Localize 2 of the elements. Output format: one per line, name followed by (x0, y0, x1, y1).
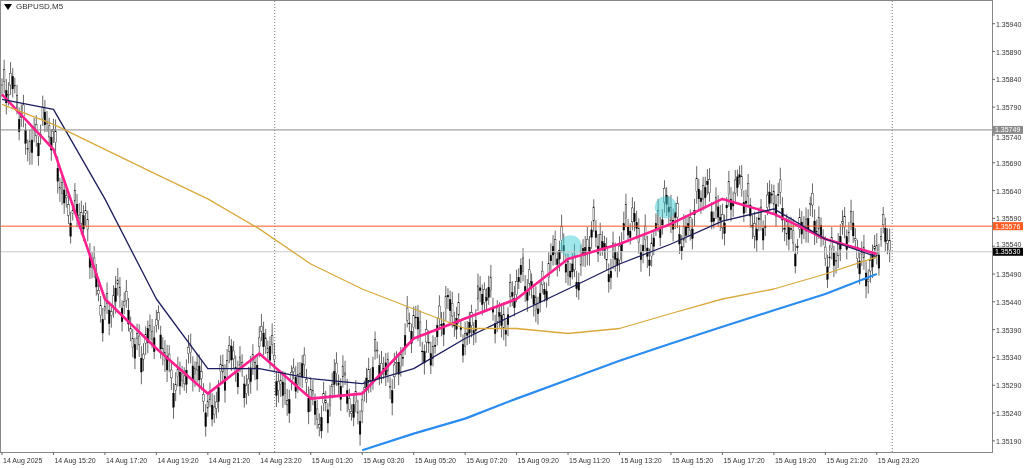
dropdown-triangle-icon[interactable] (4, 3, 12, 10)
chart-title: GBPUSD,M5 (16, 2, 64, 11)
